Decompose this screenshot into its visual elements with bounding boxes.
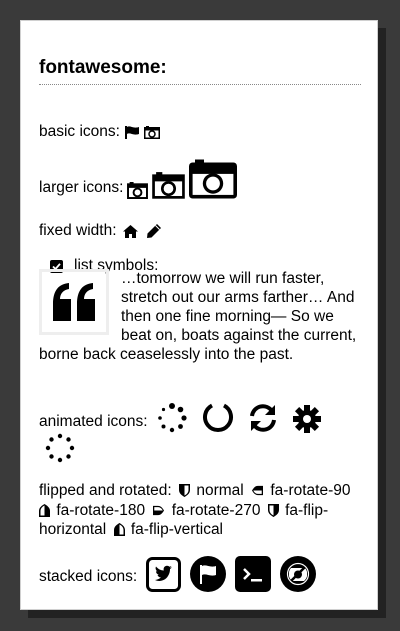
rotated-item-label: fa-rotate-180 [56, 501, 146, 519]
rotated-item-label: normal [196, 482, 244, 499]
animated-icons-label: animated icons: [39, 413, 148, 430]
terminal-square-icon [235, 556, 272, 597]
circle-notch-icon [202, 401, 234, 433]
cog-icon [292, 405, 321, 433]
spinner-icon [157, 403, 187, 433]
animated-icons-row-2 [45, 433, 75, 463]
rotated-item-label: fa-rotate-270 [171, 501, 261, 519]
flag-circle-icon [190, 556, 227, 597]
content: fontawesome: basic icons: larger icons: [39, 57, 361, 592]
camera-retro-3x-icon [189, 159, 238, 199]
larger-icons-row: larger icons: [39, 159, 238, 199]
pencil-icon [146, 224, 161, 238]
basic-icons-label: basic icons: [39, 123, 120, 140]
twitter-square-icon [146, 556, 182, 597]
fixed-width-row: fixed width: [39, 222, 161, 240]
stacked-icons-label: stacked icons: [39, 567, 138, 585]
rotated-item-label: fa-flip-vertical [130, 521, 224, 538]
home-icon [122, 225, 138, 238]
shield-icon [179, 484, 191, 498]
rotated-item-label: fa-rotate-90 [270, 482, 351, 499]
pull-quote: …tomorrow we will run faster, stretch ou… [39, 269, 361, 364]
content-card: fontawesome: basic icons: larger icons: [20, 20, 378, 610]
stacked-icons-row: stacked icons: [39, 556, 317, 597]
larger-icons-label: larger icons: [39, 179, 124, 196]
quote-left-icon [39, 269, 109, 335]
camera-retro-icon [143, 126, 160, 139]
ban-camera-icon [280, 556, 317, 597]
rotated-section: flipped and rotated: normal fa-rotate-90… [39, 481, 361, 540]
camera-retro-2x-icon [152, 172, 186, 199]
flag-icon [124, 126, 140, 139]
shield-flip-horizontal-icon [267, 503, 279, 517]
animated-icons-row: animated icons: [39, 401, 321, 433]
shield-rotate-270-icon [152, 505, 165, 516]
page-title: fontawesome: [39, 57, 361, 85]
spinner-pulse-icon [45, 433, 75, 463]
shield-rotate-180-icon [39, 503, 50, 517]
refresh-icon [247, 403, 279, 433]
fixed-width-label: fixed width: [39, 222, 117, 239]
shield-rotate-90-icon [251, 485, 264, 496]
rotated-label: flipped and rotated: [39, 482, 172, 499]
camera-retro-lg-icon [127, 182, 149, 199]
basic-icons-row: basic icons: [39, 123, 160, 141]
shield-flip-vertical-icon [113, 523, 125, 537]
